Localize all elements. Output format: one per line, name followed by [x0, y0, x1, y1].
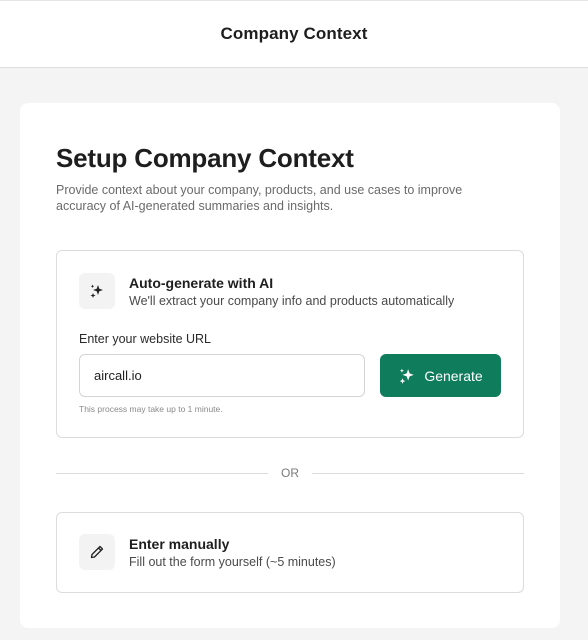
- top-bar: Company Context: [0, 0, 588, 68]
- or-label: OR: [281, 466, 299, 480]
- pencil-icon: [79, 534, 115, 570]
- auto-generate-card: Auto-generate with AI We'll extract your…: [56, 250, 524, 438]
- auto-generate-subtitle: We'll extract your company info and prod…: [129, 294, 455, 308]
- enter-manually-card[interactable]: Enter manually Fill out the form yoursel…: [56, 512, 524, 593]
- generate-button-label: Generate: [424, 367, 483, 384]
- sparkles-icon: [79, 273, 115, 309]
- page-header-title: Company Context: [220, 24, 368, 43]
- enter-manually-subtitle: Fill out the form yourself (~5 minutes): [129, 555, 336, 569]
- website-url-label: Enter your website URL: [79, 332, 212, 346]
- auto-generate-title: Auto-generate with AI: [129, 275, 274, 291]
- enter-manually-title: Enter manually: [129, 536, 230, 552]
- or-divider: OR: [56, 465, 524, 483]
- generate-button[interactable]: Generate: [380, 354, 501, 397]
- sparkles-icon: [398, 367, 416, 385]
- divider-line-right: [312, 473, 524, 474]
- setup-panel: Setup Company Context Provide context ab…: [20, 103, 560, 628]
- website-url-input[interactable]: [79, 354, 365, 397]
- divider-line-left: [56, 473, 268, 474]
- process-hint: This process may take up to 1 minute.: [79, 404, 223, 414]
- setup-description: Provide context about your company, prod…: [56, 183, 463, 213]
- setup-heading: Setup Company Context: [56, 143, 354, 173]
